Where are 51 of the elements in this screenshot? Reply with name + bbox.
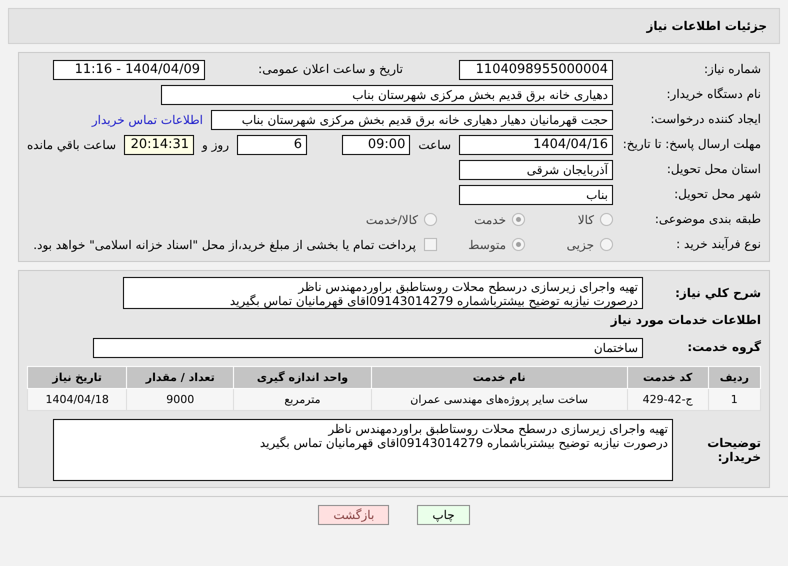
field-label: نام دستگاه خریدار: — [666, 87, 761, 102]
page-title: جزئیات اطلاعات نیاز — [8, 8, 780, 44]
table-cell: 1 — [708, 388, 760, 410]
payment-note: پرداخت تمام یا بخشی از مبلغ خرید،از محل "اسناد خزانه اسلامی" خواهد بود. — [33, 238, 416, 252]
table-cell: 9000 — [126, 388, 234, 410]
input-field[interactable]: 6 — [237, 134, 308, 154]
column-header: ردیف — [708, 366, 760, 388]
field-label: ایجاد کننده درخواست: — [649, 112, 761, 127]
input-field[interactable]: 1404/04/16 — [459, 134, 613, 154]
option-label: کالا — [578, 212, 594, 226]
input-field[interactable]: 1104098955000004 — [459, 60, 613, 80]
field-label: ساعت — [418, 138, 451, 152]
print-button[interactable]: چاپ — [417, 505, 470, 525]
input-field[interactable]: ساختمان — [93, 338, 643, 358]
field-label: توضیحات خریدار: — [706, 436, 761, 464]
table-cell: 1404/04/18 — [28, 388, 127, 410]
table-cell: ج-42-429 — [627, 388, 708, 410]
field-label: شهر محل تحویل: — [673, 187, 761, 202]
column-header: کد خدمت — [627, 366, 708, 388]
contact-link[interactable]: اطلاعات تماس خریدار — [92, 112, 203, 126]
option-label: متوسط — [468, 238, 506, 252]
input-field[interactable]: 1404/04/09 - 11:16 — [53, 60, 205, 80]
text-area[interactable]: تهیه واجرای زیرسازی درسطح محلات روستاطبق براوردمهندس ناظر درصورت نیازبه توضیح بیشترباشماره 09143014279اقای قهرمانیان تماس بگیرید — [53, 419, 673, 481]
input-field[interactable]: حجت قهرمانیان دهیار دهیاری خانه برق قدیم بخش مرکزی شهرستان بناب — [211, 110, 613, 130]
option-label: کالا/خدمت — [366, 212, 418, 226]
option-label: خدمت — [474, 212, 506, 226]
column-header: واحد اندازه گیری — [234, 366, 372, 388]
section-title: اطلاعات خدمات مورد نیاز — [609, 313, 761, 327]
column-header: تاریخ نیاز — [28, 366, 127, 388]
field-label: شرح کلي نياز: — [674, 286, 761, 300]
field-label: ساعت باقي مانده — [27, 138, 116, 152]
table-cell: ساخت سایر پروژه‌های مهندسی عمران — [371, 388, 628, 410]
countdown-field: 20:14:31 — [124, 134, 194, 154]
text-area[interactable]: تهیه واجرای زیرسازی درسطح محلات روستاطبق براوردمهندس ناظر درصورت نیازبه توضیح بیشترباشماره 09143014279اقای قهرمانیان تماس بگیرید — [123, 277, 643, 309]
input-field[interactable]: دهیاری خانه برق قدیم بخش مرکزی شهرستان بناب — [161, 84, 613, 104]
field-label: استان محل تحویل: — [666, 162, 761, 177]
input-field[interactable]: بناب — [459, 184, 613, 204]
field-label: نوع فرآیند خرید : — [675, 237, 761, 252]
field-label: روز و — [202, 138, 230, 152]
table-cell: مترمربع — [234, 388, 372, 410]
column-header: تعداد / مقدار — [126, 366, 234, 388]
field-label: شماره نیاز: — [703, 62, 761, 77]
back-button[interactable]: بازگشت — [318, 505, 390, 525]
field-label: مهلت ارسال پاسخ: تا تاریخ: — [622, 137, 761, 152]
column-header: نام خدمت — [371, 366, 628, 388]
input-field[interactable]: آذربایجان شرقی — [459, 160, 613, 180]
field-label: تاریخ و ساعت اعلان عمومی: — [257, 62, 403, 77]
field-label: گروه خدمت: — [686, 340, 761, 355]
input-field[interactable]: 09:00 — [342, 134, 410, 154]
option-label: جزیی — [566, 238, 594, 252]
field-label: طبقه بندی موضوعی: — [654, 212, 761, 227]
